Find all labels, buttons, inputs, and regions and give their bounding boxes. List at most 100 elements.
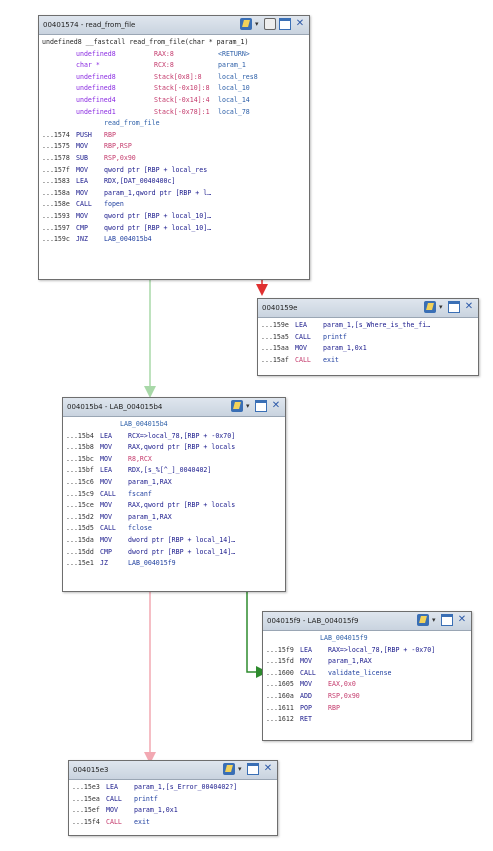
edit-icon[interactable] (417, 614, 429, 626)
close-icon[interactable]: ✕ (463, 301, 475, 313)
maximize-icon[interactable] (247, 763, 259, 775)
snapshot-icon[interactable] (264, 18, 276, 30)
instruction-row[interactable]: ...15e3 LEA param_1,[s_Error_0040402?] (72, 782, 274, 794)
block-004015e3[interactable]: 004015e3 ▾ ✕ ...15e3 LEA param_1,[s_Error_… (68, 760, 278, 836)
instruction-row[interactable]: ...157f MOV qword ptr [RBP + local_res (42, 165, 306, 177)
instruction-address: ...1574 (42, 130, 70, 139)
instruction-row[interactable]: ...15f9 LEA RAX=>local_78,[RBP + -0x70] (266, 645, 468, 657)
block-lab-004015f9[interactable]: 004015f9 - LAB_004015f9 ▾ ✕ LAB_004015f9… (262, 611, 472, 741)
instruction-row[interactable]: ...15c6 MOV param_1,RAX (66, 477, 282, 489)
close-icon[interactable]: ✕ (270, 400, 282, 412)
instruction-row[interactable]: ...15a5 CALL printf (261, 332, 475, 344)
instruction-operands: RAX,qword ptr [RBP + locals (128, 443, 236, 452)
instruction-row[interactable]: ...15bf LEA RDX,[s_%[^_]_0040402] (66, 465, 282, 477)
var-name[interactable]: local_res8 (218, 73, 258, 81)
block-listing: ...15e3 LEA param_1,[s_Error_0040402?] ...1… (69, 780, 277, 830)
instruction-row[interactable]: ...158a MOV param_1,qword ptr [RBP + l… (42, 188, 306, 200)
instruction-operands: fscanf (128, 489, 152, 498)
block-listing: LAB_004015f9 ...15f9 LEA RAX=>local_78,[RBP… (263, 631, 471, 728)
block-lab-004015b4[interactable]: 004015b4 - LAB_004015b4 ▾ ✕ LAB_004015b4… (62, 397, 286, 592)
instruction-mnemonic: CMP (100, 547, 112, 556)
instruction-row[interactable]: ...1611 POP RBP (266, 703, 468, 715)
instruction-row[interactable]: ...15c9 CALL fscanf (66, 489, 282, 501)
var-location: Stack[-0x10]:8 (154, 84, 210, 93)
instruction-mnemonic: PUSH (76, 130, 92, 139)
chevron-down-icon[interactable]: ▾ (439, 301, 445, 313)
edge-to-15f9 (246, 590, 268, 678)
block-read-from-file[interactable]: 00401574 - read_from_file ▾ ✕ undefined8… (38, 15, 310, 280)
close-icon[interactable]: ✕ (456, 614, 468, 626)
instruction-address: ...1593 (42, 211, 70, 220)
instruction-mnemonic: CALL (295, 332, 311, 341)
edit-icon[interactable] (223, 763, 235, 775)
instruction-row[interactable]: ...1583 LEA RDX,[DAT_0040400c] (42, 176, 306, 188)
instruction-row[interactable]: ...1605 MOV EAX,0x0 (266, 679, 468, 691)
instruction-row[interactable]: ...15f4 CALL exit (72, 817, 274, 829)
instruction-row[interactable]: ...15ef MOV param_1,0x1 (72, 805, 274, 817)
variable-row: undefined4 Stack[-0x14]:4 local_14 (42, 95, 306, 107)
maximize-icon[interactable] (255, 400, 267, 412)
chevron-down-icon[interactable]: ▾ (432, 614, 438, 626)
instruction-address: ...15d2 (66, 512, 94, 521)
instruction-row[interactable]: ...15b8 MOV RAX,qword ptr [RBP + locals (66, 442, 282, 454)
chevron-down-icon[interactable]: ▾ (255, 18, 261, 30)
maximize-icon[interactable] (279, 18, 291, 30)
instruction-operands: RDX,[s_%[^_]_0040402] (128, 466, 212, 475)
var-name[interactable]: local_78 (218, 108, 250, 116)
instruction-operands: param_1,qword ptr [RBP + l… (104, 188, 212, 197)
chevron-down-icon[interactable]: ▾ (238, 763, 244, 775)
block-0040159e[interactable]: 0040159e ▾ ✕ ...159e LEA param_1,[s_Where_… (257, 298, 479, 376)
instruction-row[interactable]: ...15af CALL exit (261, 355, 475, 367)
instruction-row[interactable]: ...159e LEA param_1,[s_Where_is_the_fi… (261, 320, 475, 332)
instruction-row[interactable]: ...15aa MOV param_1,0x1 (261, 343, 475, 355)
block-header[interactable]: 00401574 - read_from_file ▾ ✕ (39, 16, 309, 35)
code-label[interactable]: LAB_004015b4 (66, 419, 282, 431)
instruction-row[interactable]: ...15fd MOV param_1,RAX (266, 656, 468, 668)
var-location: Stack[0x8]:8 (154, 72, 202, 81)
var-name[interactable]: local_10 (218, 84, 250, 92)
instruction-row[interactable]: ...15bc MOV R8,RCX (66, 454, 282, 466)
instruction-row[interactable]: ...1575 MOV RBP,RSP (42, 141, 306, 153)
edit-icon[interactable] (231, 400, 243, 412)
var-type: undefined8 (76, 72, 116, 81)
instruction-row[interactable]: ...15dd CMP dword ptr [RBP + local_14]… (66, 547, 282, 559)
instruction-row[interactable]: ...1597 CMP qword ptr [RBP + local_10]… (42, 223, 306, 235)
var-name[interactable]: param_1 (218, 61, 246, 69)
block-header[interactable]: 0040159e ▾ ✕ (258, 299, 478, 318)
instruction-row[interactable]: ...15e1 JZ LAB_004015f9 (66, 558, 282, 570)
edit-icon[interactable] (240, 18, 252, 30)
instruction-row[interactable]: ...15d5 CALL fclose (66, 523, 282, 535)
code-label[interactable]: read_from_file (42, 118, 306, 130)
instruction-row[interactable]: ...15ea CALL printf (72, 794, 274, 806)
instruction-row[interactable]: ...158e CALL fopen (42, 199, 306, 211)
variable-row: undefined8 Stack[0x8]:8 local_res8 (42, 72, 306, 84)
maximize-icon[interactable] (441, 614, 453, 626)
instruction-row[interactable]: ...1612 RET (266, 714, 468, 726)
instruction-row[interactable]: ...1578 SUB RSP,0x90 (42, 153, 306, 165)
instruction-operands: param_1,0x1 (323, 344, 367, 353)
instruction-row[interactable]: ...1574 PUSH RBP (42, 130, 306, 142)
instruction-operands: RSP,0x90 (328, 691, 360, 700)
close-icon[interactable]: ✕ (262, 763, 274, 775)
block-header[interactable]: 004015f9 - LAB_004015f9 ▾ ✕ (263, 612, 471, 631)
var-name[interactable]: <RETURN> (218, 50, 250, 58)
instruction-operands: RBP (104, 130, 116, 139)
var-name[interactable]: local_14 (218, 96, 250, 104)
instruction-address: ...158a (42, 188, 70, 197)
close-icon[interactable]: ✕ (294, 18, 306, 30)
instruction-row[interactable]: ...160a ADD RSP,0x90 (266, 691, 468, 703)
instruction-address: ...157f (42, 165, 70, 174)
instruction-row[interactable]: ...1600 CALL validate_license (266, 668, 468, 680)
edit-icon[interactable] (424, 301, 436, 313)
instruction-row[interactable]: ...15b4 LEA RCX=>local_78,[RBP + -0x70] (66, 431, 282, 443)
instruction-row[interactable]: ...15d2 MOV param_1,RAX (66, 512, 282, 524)
code-label[interactable]: LAB_004015f9 (266, 633, 468, 645)
instruction-row[interactable]: ...159c JNZ LAB_004015b4 (42, 234, 306, 246)
instruction-row[interactable]: ...15da MOV dword ptr [RBP + local_14]… (66, 535, 282, 547)
instruction-row[interactable]: ...15ce MOV RAX,qword ptr [RBP + locals (66, 500, 282, 512)
block-header[interactable]: 004015e3 ▾ ✕ (69, 761, 277, 780)
maximize-icon[interactable] (448, 301, 460, 313)
instruction-row[interactable]: ...1593 MOV qword ptr [RBP + local_10]… (42, 211, 306, 223)
block-header[interactable]: 004015b4 - LAB_004015b4 ▾ ✕ (63, 398, 285, 417)
chevron-down-icon[interactable]: ▾ (246, 400, 252, 412)
